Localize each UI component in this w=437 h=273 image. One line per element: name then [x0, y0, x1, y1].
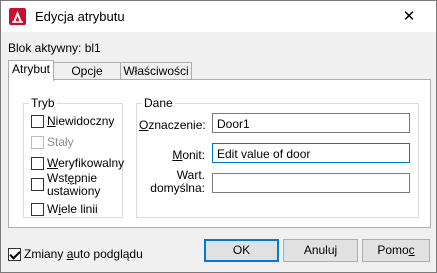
preset-checkbox[interactable] [31, 178, 44, 191]
autocad-logo-icon [9, 8, 26, 25]
tag-input[interactable]: Door1 [212, 113, 410, 133]
default-label: Wart. domyślna: [150, 168, 205, 195]
verify-label: Weryfikowalny [47, 156, 125, 170]
prompt-label: Monit: [172, 148, 205, 162]
attribute-tab-panel: Tryb Niewidoczny Stały Weryfikowalny Wst… [8, 79, 431, 228]
prompt-input[interactable]: Edit value of door [212, 143, 410, 163]
multiline-checkbox[interactable] [31, 203, 44, 216]
help-button[interactable]: Pomoc [362, 239, 430, 262]
auto-preview-checkbox[interactable] [8, 248, 21, 261]
window-title: Edycja atrybutu [35, 9, 125, 24]
mode-group-legend: Tryb [31, 96, 55, 110]
multiline-label: Wiele linii [47, 202, 98, 216]
preset-label: Wstępnie ustawiony [47, 171, 101, 198]
invisible-label: Niewidoczny [47, 114, 115, 128]
cancel-button[interactable]: Anuluj [283, 239, 358, 262]
data-group-legend: Dane [144, 96, 173, 110]
tab-text-options[interactable]: Opcje tekstu [53, 62, 121, 95]
constant-checkbox [31, 136, 44, 149]
verify-checkbox[interactable] [31, 157, 44, 170]
default-input[interactable] [212, 173, 410, 193]
title-bar[interactable]: Edycja atrybutu ✕ [1, 1, 436, 32]
close-icon[interactable]: ✕ [398, 7, 420, 27]
tab-attribute[interactable]: Atrybut [8, 60, 54, 81]
active-block-label: Blok aktywny: bl1 [8, 41, 101, 55]
edit-attribute-dialog: Edycja atrybutu ✕ Blok aktywny: bl1 Atry… [0, 0, 437, 273]
tag-label: Oznaczenie: [139, 118, 206, 132]
invisible-checkbox[interactable] [31, 115, 44, 128]
auto-preview-label: Zmiany auto podglądu [24, 247, 143, 261]
constant-label: Stały [47, 135, 74, 149]
ok-button[interactable]: OK [204, 239, 279, 262]
tab-properties[interactable]: Właściwości [120, 62, 192, 80]
